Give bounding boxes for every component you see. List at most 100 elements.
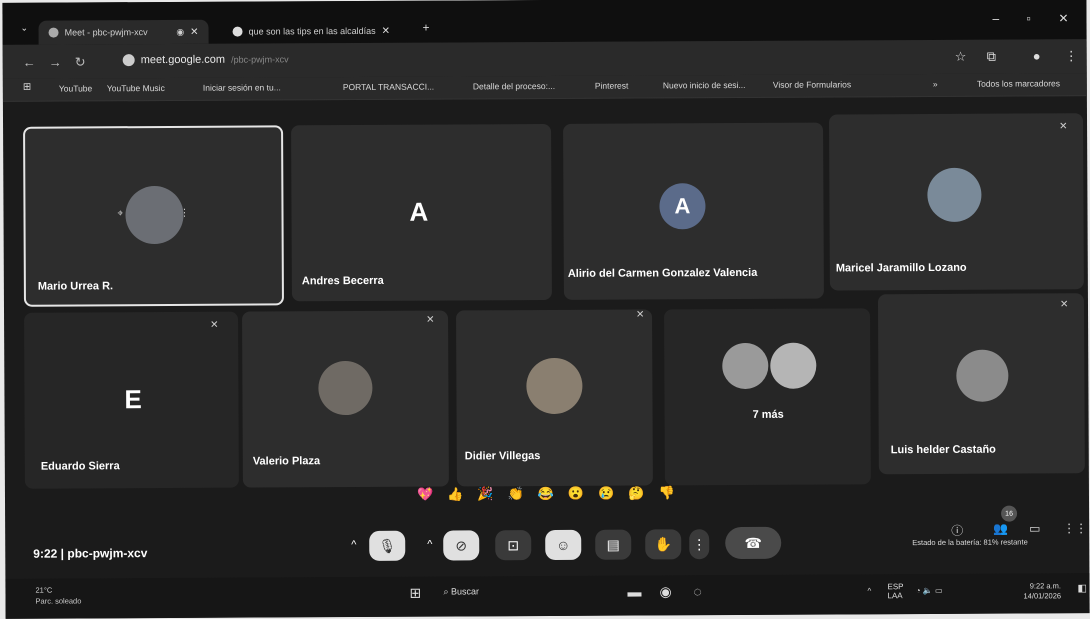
minimize-icon[interactable]: – [992, 12, 999, 26]
language-indicator[interactable]: ESP LAA [887, 582, 903, 600]
raise-hand-button[interactable]: ✋ [645, 529, 682, 560]
reaction-party[interactable]: 🎉 [477, 486, 493, 502]
url-text: meet.google.com [140, 53, 226, 67]
whatsapp-icon[interactable]: ◌ [693, 583, 701, 599]
avatar [927, 167, 982, 223]
url-field[interactable]: meet.google.com /pbc-pwjm-xcv [122, 53, 289, 67]
video-options-chevron-icon[interactable]: ^ [427, 539, 432, 551]
chrome-icon[interactable]: ◉ [659, 583, 671, 600]
bookmark-nuevo-inicio[interactable]: Nuevo inicio de sesi... [663, 80, 746, 90]
participant-tile-eduardo[interactable]: ✕ E Eduardo Sierra [24, 311, 239, 489]
camera-toggle-button[interactable]: ⊘ [443, 530, 480, 561]
participant-name: Didier Villegas [464, 450, 541, 463]
system-tray: ^ ESP LAA ◔ 🔈 ▭ [867, 582, 942, 600]
chat-icon[interactable]: ▭ [1029, 521, 1040, 535]
mic-off-icon: ✕ [636, 309, 645, 321]
bookmark-detalle[interactable]: Detalle del proceso:... [473, 81, 555, 91]
tray-chevron-icon[interactable]: ^ [867, 586, 871, 595]
pin-icon[interactable]: ⌖ [117, 208, 123, 219]
present-button[interactable]: ⊡ [495, 530, 532, 561]
reaction-thumbs-down[interactable]: 👎 [658, 485, 674, 501]
bookmark-pinterest[interactable]: Pinterest [595, 81, 629, 91]
avatar [318, 360, 373, 416]
participant-tile-luis[interactable]: ✕ Luis helder Castaño [877, 293, 1085, 475]
taskbar-clock[interactable]: 9:22 a.m. 14/01/2026 [1023, 581, 1061, 601]
captions-button[interactable]: ▤ [595, 529, 632, 560]
windows-taskbar: 21°C Parc. soleado ⊞ ⌕ Buscar ▬ ◉ ◌ ^ ES… [5, 573, 1090, 619]
mic-off-icon: ✕ [1059, 299, 1069, 311]
reaction-heart[interactable]: 💖 [417, 487, 433, 503]
participant-tile-more[interactable]: 7 más [664, 308, 871, 486]
notification-icon[interactable]: ◧ [1077, 583, 1087, 594]
maximize-icon[interactable]: ▫ [1026, 11, 1030, 25]
mic-toggle-button[interactable]: 🎙 [369, 530, 406, 561]
bookmark-portal[interactable]: PORTAL TRANSACCI... [343, 82, 434, 92]
more-options-icon[interactable]: ⋮ [179, 208, 189, 219]
end-call-button[interactable]: ☎ [725, 526, 782, 560]
battery-icon[interactable]: ▭ [935, 586, 943, 595]
people-icon[interactable]: 👥 [993, 522, 1008, 536]
participant-name: Andres Becerra [301, 274, 384, 288]
close-window-icon[interactable]: ✕ [1058, 11, 1068, 25]
new-tab-icon[interactable]: + [422, 21, 429, 35]
info-icon[interactable]: ⓘ [951, 522, 963, 539]
reload-icon[interactable]: ↻ [75, 54, 86, 70]
participant-name: Eduardo Sierra [40, 460, 120, 473]
browser-tab-bar: ⌄ Meet - pbc-pwjm-xcv ◉ ✕ que son las ti… [2, 0, 1087, 45]
reactions-button[interactable]: ☺ [545, 529, 582, 561]
volume-icon[interactable]: 🔈 [923, 586, 933, 595]
all-bookmarks-button[interactable]: Todos los marcadores [977, 78, 1060, 88]
bookmark-youtube[interactable]: YouTube [59, 83, 92, 93]
search-icon: ⌕ [443, 586, 452, 597]
participant-tile-andres[interactable]: A Andres Becerra [291, 123, 552, 302]
participant-tile-valerio[interactable]: ✕ Valerio Plaza [242, 310, 449, 488]
reaction-laugh[interactable]: 😂 [538, 486, 554, 502]
participant-tile-alirio[interactable]: A Alirio del Carmen Gonzalez Valencia [563, 122, 824, 300]
close-tab-icon[interactable]: ✕ [382, 25, 390, 36]
back-icon[interactable]: ← [23, 55, 36, 70]
more-vert-icon: ⋮ [692, 535, 707, 552]
participant-tile-didier[interactable]: ✕ Didier Villegas [456, 309, 653, 487]
tab-search-label: que son las tips en las alcaldías [248, 25, 376, 37]
reaction-surprised[interactable]: 😮 [568, 486, 584, 502]
profile-icon[interactable]: ● [1033, 48, 1041, 63]
participant-name: Luis helder Castaño [890, 443, 996, 457]
bookmark-visor[interactable]: Visor de Formularios [773, 79, 851, 89]
google-favicon-icon [232, 26, 243, 37]
bookmark-iniciar-sesion[interactable]: Iniciar sesión en tu... [203, 82, 281, 92]
forward-icon[interactable]: → [49, 55, 62, 70]
bookmark-youtube-music[interactable]: YouTube Music [107, 83, 165, 93]
site-info-icon[interactable] [122, 54, 135, 67]
windows-start-icon[interactable]: ⊞ [409, 585, 421, 602]
close-tab-icon[interactable]: ✕ [190, 26, 198, 37]
mic-off-icon: ✕ [1059, 121, 1068, 133]
weather-widget[interactable]: 21°C Parc. soleado [35, 584, 81, 606]
reaction-sad[interactable]: 😢 [598, 486, 614, 502]
bookmark-star-icon[interactable]: ☆ [955, 49, 967, 65]
taskbar-search[interactable]: ⌕ Buscar [443, 586, 479, 597]
avatar: A [659, 183, 706, 230]
reaction-thinking[interactable]: 🤔 [628, 485, 644, 501]
extensions-icon[interactable]: ⧉ [987, 49, 996, 65]
menu-kebab-icon[interactable]: ⋮ [1065, 48, 1078, 64]
bookmarks-overflow-button[interactable]: » [933, 79, 938, 89]
tab-meet[interactable]: Meet - pbc-pwjm-xcv ◉ ✕ [38, 19, 209, 45]
activities-icon[interactable]: ⋮⋮ [1063, 521, 1087, 535]
reaction-clap[interactable]: 👏 [507, 486, 523, 502]
participant-tile-maricel[interactable]: ✕ Maricel Jaramillo Lozano [828, 113, 1084, 291]
tab-list-icon[interactable]: ⌄ [20, 23, 28, 34]
tab-meet-label: Meet - pbc-pwjm-xcv [64, 27, 148, 38]
battery-status: Estado de la batería: 81% restante [912, 537, 1028, 548]
avatar-letter: A [674, 193, 691, 219]
weather-desc: Parc. soleado [35, 596, 82, 606]
audio-options-chevron-icon[interactable]: ^ [351, 539, 356, 551]
apps-grid-icon[interactable]: ⊞ [23, 82, 31, 93]
participant-tile-mario[interactable]: ⌖ ⋮ Mario Urrea R. [23, 125, 284, 307]
wifi-icon[interactable]: ◔ [916, 586, 921, 595]
file-explorer-icon[interactable]: ▬ [627, 584, 641, 600]
tab-search[interactable]: que son las tips en las alcaldías ✕ [232, 19, 412, 44]
hand-icon: ✋ [654, 535, 672, 552]
reaction-thumbs-up[interactable]: 👍 [447, 486, 463, 502]
participant-name: Valerio Plaza [252, 455, 321, 468]
more-options-button[interactable]: ⋮ [689, 529, 710, 560]
